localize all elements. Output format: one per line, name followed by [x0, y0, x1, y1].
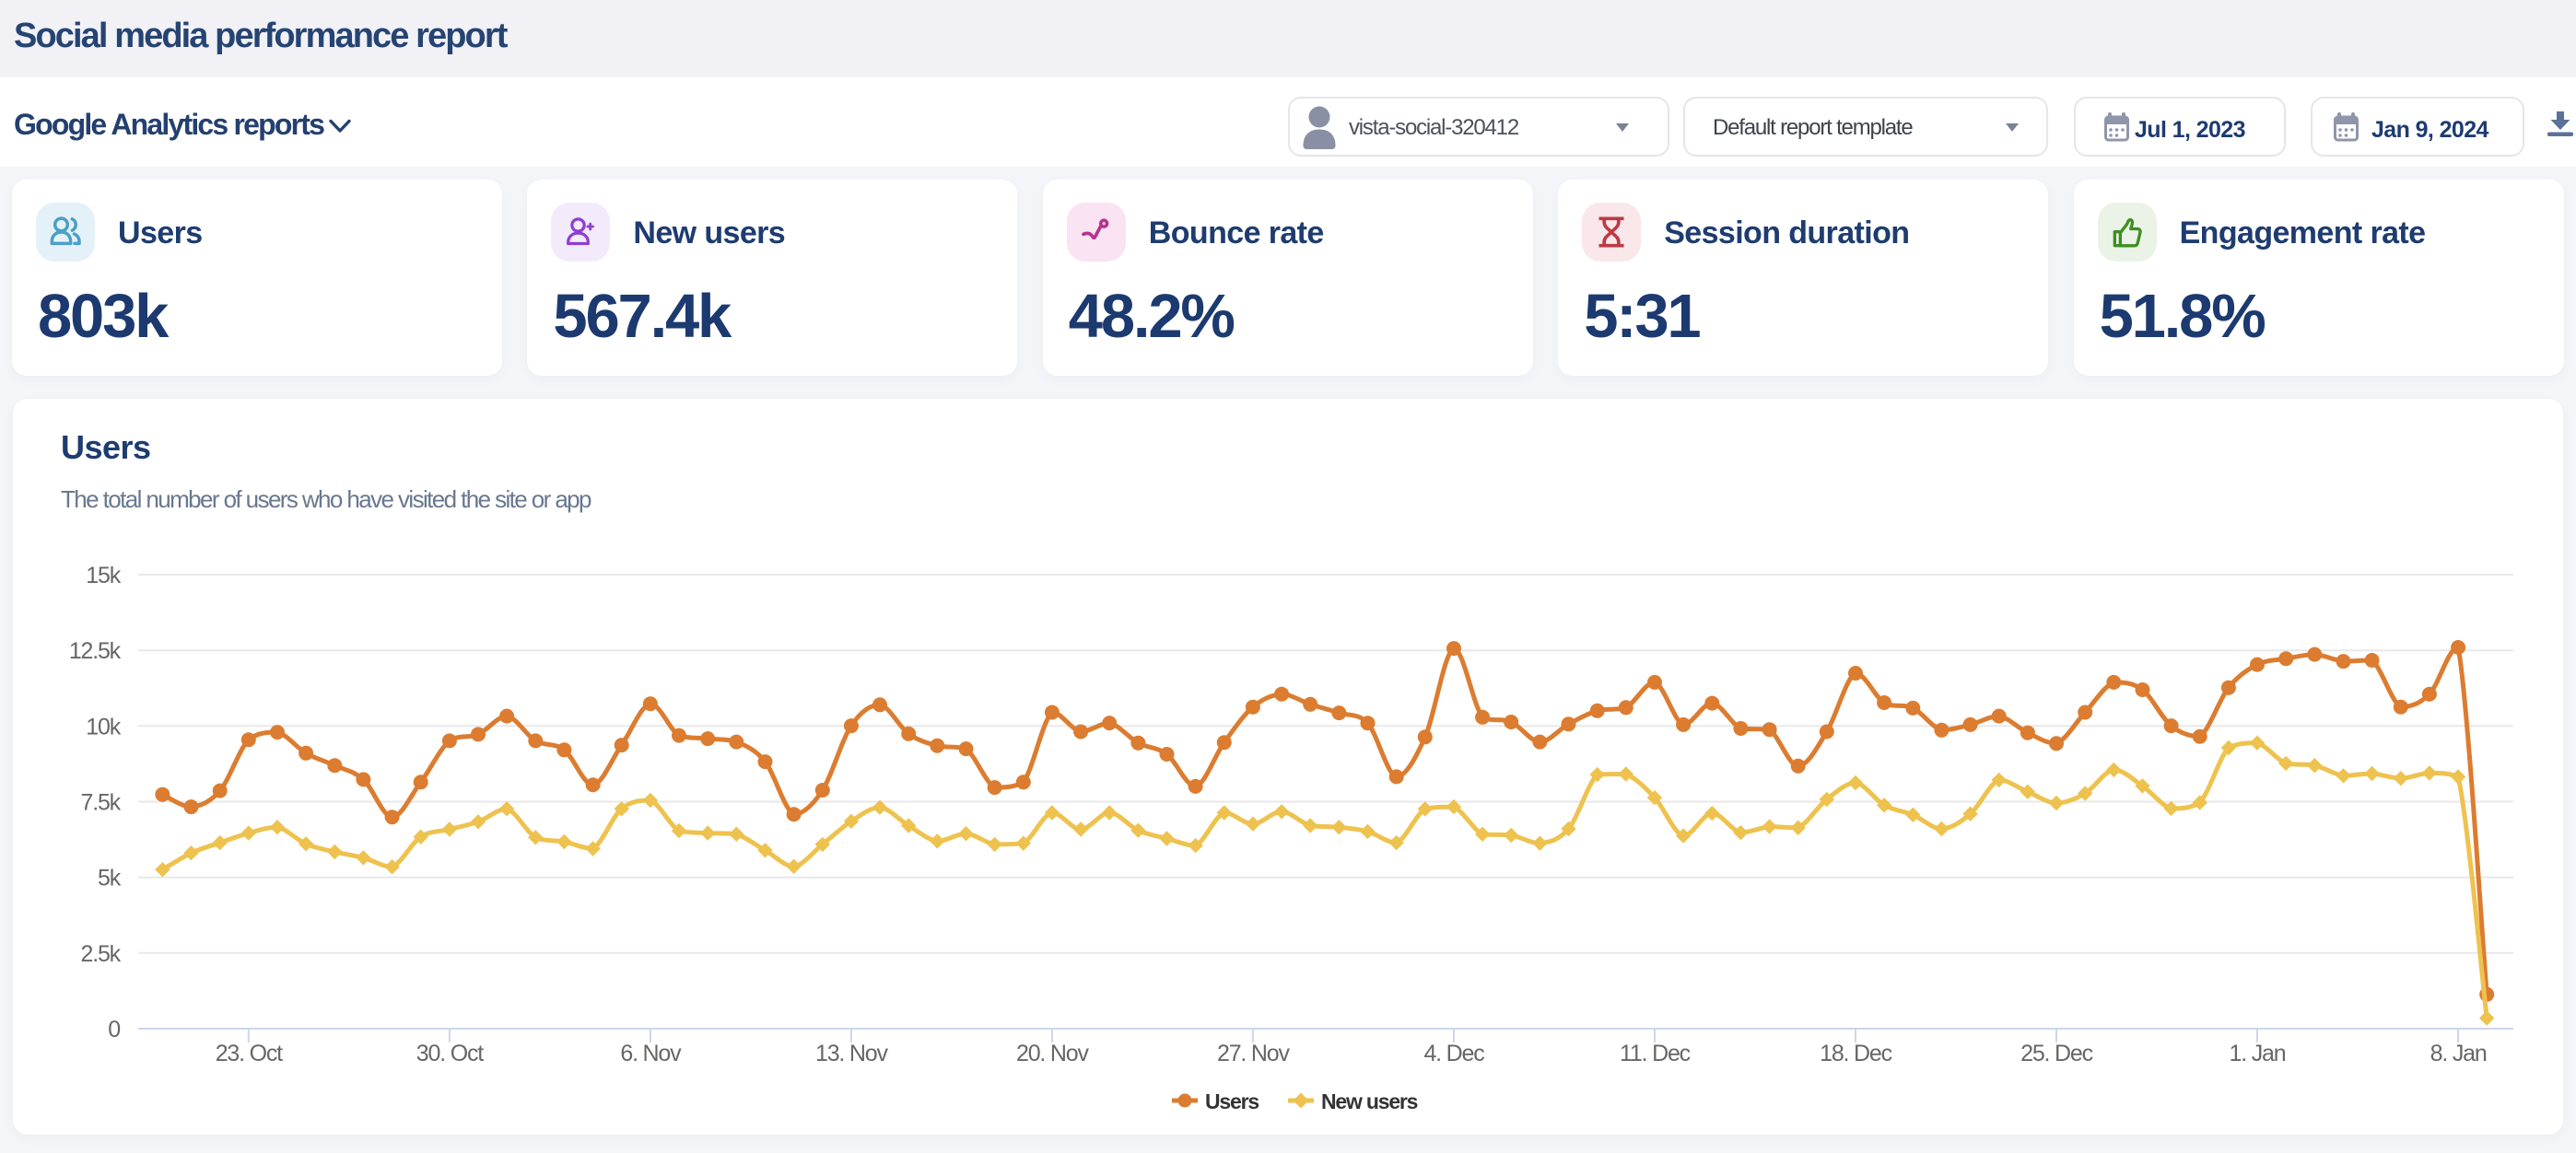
svg-text:6. Nov: 6. Nov — [620, 1041, 682, 1066]
svg-text:1. Jan: 1. Jan — [2230, 1041, 2286, 1066]
svg-text:13. Nov: 13. Nov — [815, 1041, 888, 1066]
svg-text:18. Dec: 18. Dec — [1820, 1041, 1891, 1066]
svg-text:30. Oct: 30. Oct — [416, 1041, 484, 1066]
svg-text:23. Oct: 23. Oct — [216, 1041, 283, 1066]
svg-text:10k: 10k — [86, 714, 121, 740]
svg-text:25. Dec: 25. Dec — [2020, 1041, 2092, 1066]
svg-text:0: 0 — [108, 1017, 120, 1042]
svg-text:20. Nov: 20. Nov — [1016, 1041, 1089, 1066]
svg-text:8. Jan: 8. Jan — [2430, 1041, 2487, 1066]
svg-text:New users: New users — [1321, 1089, 1418, 1113]
svg-text:5k: 5k — [98, 866, 122, 891]
svg-text:15k: 15k — [86, 563, 121, 588]
svg-text:7.5k: 7.5k — [81, 790, 122, 816]
svg-text:Users: Users — [1205, 1089, 1259, 1113]
svg-text:2.5k: 2.5k — [81, 941, 122, 967]
svg-text:11. Dec: 11. Dec — [1620, 1041, 1691, 1066]
svg-text:27. Nov: 27. Nov — [1217, 1041, 1290, 1066]
svg-text:12.5k: 12.5k — [69, 638, 122, 664]
svg-text:4. Dec: 4. Dec — [1423, 1041, 1484, 1066]
